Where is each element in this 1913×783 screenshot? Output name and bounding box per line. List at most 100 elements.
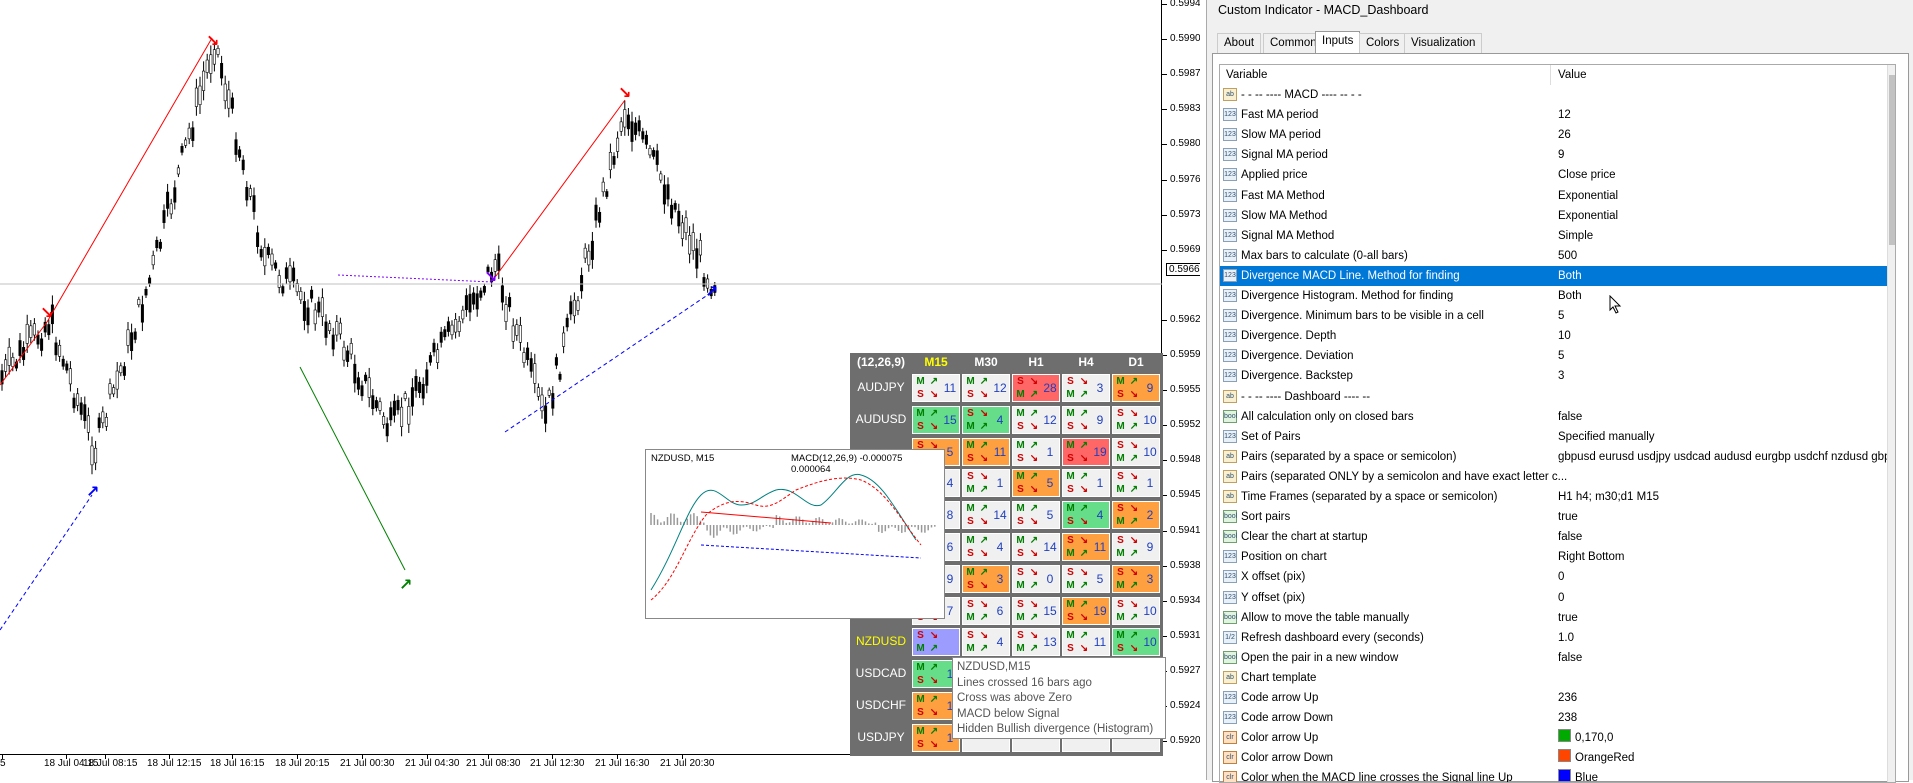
dashboard-cell[interactable]: M S ↗ ↘ 14 — [1012, 533, 1060, 561]
timeframe-header-h4[interactable]: H4 — [1062, 355, 1110, 371]
dashboard-cell[interactable]: S M ↘ ↗ 3 — [1112, 564, 1160, 593]
input-value[interactable]: false — [1558, 527, 1582, 547]
dashboard-cell[interactable]: SM ↘↗ 5 — [1062, 564, 1110, 593]
dashboard-cell[interactable]: M S ↗ ↘ 15 — [912, 405, 960, 434]
dashboard-cell[interactable]: M S ↗ ↘ 11 — [912, 374, 960, 402]
dashboard-cell[interactable]: M S ↗ ↘ 4 — [962, 533, 1010, 561]
input-value[interactable]: 238 — [1558, 708, 1577, 728]
dashboard-cell[interactable]: S M ↘ ↗ — [912, 628, 960, 657]
input-row[interactable]: 123 Set of Pairs Specified manually — [1220, 427, 1887, 447]
input-row[interactable]: ab Chart template — [1220, 668, 1887, 688]
input-row[interactable]: 123 Signal MA period 9 — [1220, 145, 1887, 165]
input-value[interactable]: Exponential — [1558, 206, 1618, 226]
dashboard-cell[interactable]: S M ↘ ↗ 28 — [1012, 374, 1060, 402]
input-row[interactable]: 123 Code arrow Down 238 — [1220, 708, 1887, 728]
input-row[interactable]: 123 Applied price Close price — [1220, 165, 1887, 185]
tab-visualization[interactable]: Visualization — [1404, 33, 1483, 53]
pair-label[interactable]: AUDUSD — [852, 405, 910, 433]
inputs-grid[interactable]: Variable Value ab - - -- ---- MACD ---- -… — [1219, 64, 1896, 783]
input-value[interactable]: 10 — [1558, 326, 1571, 346]
timeframe-header-m15[interactable]: M15 — [912, 355, 960, 371]
dashboard-cell[interactable]: M S ↗ ↘ 10 — [1112, 628, 1160, 657]
input-value[interactable]: 500 — [1558, 246, 1577, 266]
input-row[interactable]: 123 Slow MA Method Exponential — [1220, 206, 1887, 226]
column-header-value[interactable]: Value — [1558, 65, 1587, 85]
timeframe-header-m30[interactable]: M30 — [962, 355, 1010, 371]
dashboard-cell[interactable]: S M ↘ ↗ 10 — [1112, 437, 1160, 466]
input-value[interactable]: H1 h4; m30;d1 M15 — [1558, 487, 1659, 507]
tab-about[interactable]: About — [1217, 33, 1262, 53]
dashboard-cell[interactable]: M S ↗ ↘ 1 — [1062, 469, 1110, 498]
dashboard-cell[interactable]: M S ↗ ↘ 19 — [1062, 437, 1110, 466]
dashboard-cell[interactable]: M S ↗ ↘ 12 — [1012, 405, 1060, 434]
input-value[interactable]: OrangeRed — [1558, 748, 1634, 768]
dashboard-cell[interactable]: S M ↘ ↗ 9 — [1112, 533, 1160, 561]
pair-label[interactable]: USDJPY — [852, 723, 910, 751]
input-row[interactable]: 123 Divergence Histogram. Method for find… — [1220, 286, 1887, 306]
input-row[interactable]: ab Time Frames (separated by a space or s… — [1220, 487, 1887, 507]
input-row[interactable]: 1/2 Refresh dashboard every (seconds) 1.0 — [1220, 628, 1887, 648]
input-value[interactable]: 9 — [1558, 145, 1564, 165]
input-value[interactable]: 0 — [1558, 588, 1564, 608]
input-row[interactable]: ab - - -- ---- Dashboard ---- -- — [1220, 387, 1887, 407]
input-value[interactable]: true — [1558, 608, 1578, 628]
input-value[interactable]: 0,170,0 — [1558, 728, 1613, 748]
dashboard-cell[interactable]: S M ↘ ↗ 2 — [1112, 501, 1160, 530]
input-row[interactable]: bool Clear the chart at startup false — [1220, 527, 1887, 547]
input-row[interactable]: 123 Fast MA Method Exponential — [1220, 186, 1887, 206]
pair-label[interactable]: USDCAD — [852, 659, 910, 687]
input-value[interactable]: Both — [1558, 286, 1582, 306]
input-value[interactable]: false — [1558, 648, 1582, 668]
dashboard-cell[interactable]: S M ↘ ↗ 1 — [1112, 469, 1160, 498]
input-value[interactable]: 5 — [1558, 346, 1564, 366]
timeframe-header-d1[interactable]: D1 — [1112, 355, 1160, 371]
dashboard-cell[interactable]: MS↗↘9 — [1062, 405, 1110, 434]
dashboard-cell[interactable]: M S ↗ ↘ 3 — [962, 564, 1010, 593]
dashboard-cell[interactable]: SM ↘↗ 6 — [962, 596, 1010, 625]
input-value[interactable]: Specified manually — [1558, 427, 1655, 447]
input-row[interactable]: 123 Divergence MACD Line. Method for find… — [1220, 265, 1887, 286]
input-row[interactable]: clr Color arrow Down OrangeRed — [1220, 748, 1887, 768]
tab-colors[interactable]: Colors — [1359, 33, 1407, 53]
dashboard-cell[interactable]: M S ↗ ↘ 11 — [1062, 628, 1110, 657]
dashboard-cell[interactable]: S M ↘ ↗ 11 — [1062, 533, 1110, 561]
input-value[interactable]: 0 — [1558, 567, 1564, 587]
input-value[interactable]: Simple — [1558, 226, 1593, 246]
input-row[interactable]: clr Color arrow Up 0,170,0 — [1220, 728, 1887, 748]
timeframe-header-h1[interactable]: H1 — [1012, 355, 1060, 371]
pair-label[interactable]: USDCHF — [852, 691, 910, 719]
input-value[interactable]: Blue — [1558, 768, 1598, 782]
input-value[interactable]: 26 — [1558, 125, 1571, 145]
input-row[interactable]: 123 Divergence. Backstep 3 — [1220, 366, 1887, 386]
input-row[interactable]: 123 Y offset (pix) 0 — [1220, 588, 1887, 608]
input-value[interactable]: Both — [1558, 266, 1582, 286]
dashboard-cell[interactable]: S M ↘ ↗ 15 — [1012, 596, 1060, 625]
input-value[interactable]: Exponential — [1558, 186, 1618, 206]
input-value[interactable]: false — [1558, 407, 1582, 427]
input-row[interactable]: 123 Divergence. Minimum bars to be visibl… — [1220, 306, 1887, 326]
input-value[interactable]: 3 — [1558, 366, 1564, 386]
input-value[interactable]: gbpusd eurusd usdjpy usdcad audusd eurgb… — [1558, 447, 1895, 467]
dashboard-cell[interactable]: S M ↘ ↗ 3 — [1062, 374, 1110, 402]
input-value[interactable]: Right Bottom — [1558, 547, 1624, 567]
dashboard-cell[interactable]: SM ↘↗ 4 — [962, 405, 1010, 434]
dashboard-cell[interactable]: S M ↘ ↗ 10 — [1112, 405, 1160, 434]
dashboard-cell[interactable]: MS↗↘9 — [1112, 374, 1160, 402]
input-row[interactable]: bool Open the pair in a new window false — [1220, 648, 1887, 668]
dashboard-cell[interactable]: S M ↘ ↗ 13 — [1012, 628, 1060, 657]
dashboard-cell[interactable]: M S ↗ ↘ 5 — [1012, 501, 1060, 530]
dashboard-cell[interactable]: M S ↗ ↘ 1 — [1012, 437, 1060, 466]
input-row[interactable]: bool Sort pairs true — [1220, 507, 1887, 527]
input-row[interactable]: 123 Max bars to calculate (0-all bars) 500 — [1220, 246, 1887, 266]
dashboard-cell[interactable]: M S ↗ ↘ 4 — [1062, 501, 1110, 530]
dashboard-cell[interactable]: S M ↘ ↗ 1 — [962, 469, 1010, 498]
input-value[interactable]: 5 — [1558, 306, 1564, 326]
dashboard-cell[interactable]: S M ↘ ↗ 0 — [1012, 564, 1060, 593]
input-row[interactable]: ab - - -- ---- MACD ---- -- - - — [1220, 85, 1887, 105]
input-row[interactable]: 123 Signal MA Method Simple — [1220, 226, 1887, 246]
input-row[interactable]: 123 Code arrow Up 236 — [1220, 688, 1887, 708]
scrollbar-thumb[interactable] — [1889, 75, 1895, 245]
input-row[interactable]: ab Pairs (separated ONLY by a semicolon a… — [1220, 467, 1887, 487]
input-row[interactable]: 123 Fast MA period 12 — [1220, 105, 1887, 125]
dashboard-cell[interactable]: M S ↗ ↘ 11 — [962, 437, 1010, 466]
